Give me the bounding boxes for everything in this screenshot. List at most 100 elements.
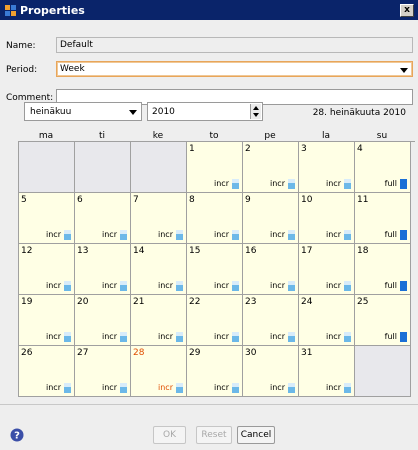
day-number: 8 [189,195,195,205]
incremental-backup-icon [64,383,71,393]
calendar-day-cell[interactable]: 11 full [355,193,411,244]
period-select[interactable]: Week [56,61,413,77]
name-label: Name: [6,41,36,51]
backup-type-label: incr [158,230,173,239]
calendar-day-cell[interactable]: 10 incr [299,193,355,244]
backup-type-label: incr [102,383,117,392]
backup-type-label: incr [326,230,341,239]
weekday-label: su [376,131,388,141]
backup-type-label: incr [46,383,61,392]
backup-type-label: incr [326,332,341,341]
help-icon[interactable]: ? [10,428,24,442]
incremental-backup-icon [232,332,239,342]
backup-type-label: incr [326,383,341,392]
chevron-down-icon [400,68,408,73]
incremental-backup-icon [64,230,71,240]
incremental-backup-icon [120,383,127,393]
reset-button[interactable]: Reset [196,426,232,444]
spin-up-icon[interactable] [253,106,259,110]
incremental-backup-icon [232,230,239,240]
incremental-backup-icon [288,332,295,342]
calendar-day-cell[interactable]: 5 incr [19,193,75,244]
month-value: heinäkuu [30,107,72,117]
calendar-day-cell[interactable]: 14 incr [131,244,187,295]
calendar-day-cell[interactable]: 12 incr [19,244,75,295]
calendar-day-cell[interactable]: 24 incr [299,295,355,346]
incremental-backup-icon [120,281,127,291]
calendar-day-cell[interactable]: 9 incr [243,193,299,244]
backup-type-label: full [384,281,397,290]
incremental-backup-icon [288,281,295,291]
calendar-day-cell[interactable]: 6 incr [75,193,131,244]
calendar-day-cell[interactable]: 7 incr [131,193,187,244]
spin-down-icon[interactable] [253,113,259,117]
calendar-day-cell[interactable]: 4 full [355,142,411,193]
incremental-backup-icon [232,179,239,189]
year-spinner[interactable]: 2010 [147,102,263,121]
year-value: 2010 [152,107,175,117]
backup-type-label: incr [214,230,229,239]
calendar-day-cell[interactable]: 8 incr [187,193,243,244]
backup-type-label: incr [46,332,61,341]
backup-type-label: incr [270,383,285,392]
backup-type-label: incr [214,332,229,341]
spinner-buttons[interactable] [250,104,261,119]
day-number: 30 [245,348,257,358]
calendar-day-cell[interactable]: 28 incr [131,346,187,397]
ok-button[interactable]: OK [153,426,186,444]
calendar-day-cell[interactable]: 23 incr [243,295,299,346]
weekday-label: la [321,131,330,141]
calendar-day-cell[interactable]: 20 incr [75,295,131,346]
calendar-day-cell[interactable]: 1 incr [187,142,243,193]
day-number: 27 [77,348,89,358]
calendar-day-cell[interactable]: 17 incr [299,244,355,295]
calendar-day-cell[interactable]: 27 incr [75,346,131,397]
backup-type-label: incr [270,179,285,188]
calendar-day-cell[interactable]: 26 incr [19,346,75,397]
calendar-grid: 1 incr 2 incr 3 incr 4 full 5 incr 6 incr 7 incr 8 incr… [18,141,415,397]
app-icon [5,5,16,16]
day-number: 21 [133,297,145,307]
calendar-day-cell[interactable]: 22 incr [187,295,243,346]
properties-dialog: Name: Default Period: Week Comment: hein… [0,20,418,450]
weekday-label: ti [98,131,106,141]
full-backup-icon [400,281,407,291]
incremental-backup-icon [288,230,295,240]
calendar-day-cell[interactable]: 25 full [355,295,411,346]
calendar-day-cell[interactable]: 3 incr [299,142,355,193]
day-number: 12 [21,246,33,256]
calendar-day-cell[interactable]: 29 incr [187,346,243,397]
month-select[interactable]: heinäkuu [24,102,142,121]
day-number: 23 [245,297,257,307]
calendar-day-cell[interactable]: 13 incr [75,244,131,295]
close-button[interactable]: x [400,4,414,17]
day-number: 10 [301,195,313,205]
calendar-day-cell[interactable]: 19 incr [19,295,75,346]
backup-type-label: incr [270,281,285,290]
incremental-backup-icon [288,383,295,393]
calendar-day-cell[interactable]: 16 incr [243,244,299,295]
calendar-day-cell[interactable]: 18 full [355,244,411,295]
day-number: 19 [21,297,33,307]
calendar-day-cell[interactable]: 31 incr [299,346,355,397]
calendar-day-cell[interactable]: 30 incr [243,346,299,397]
calendar-day-cell[interactable]: 21 incr [131,295,187,346]
backup-type-label: incr [46,281,61,290]
backup-type-label: incr [46,230,61,239]
backup-type-label: incr [102,332,117,341]
incremental-backup-icon [344,179,351,189]
day-number: 24 [301,297,313,307]
incremental-backup-icon [64,332,71,342]
cancel-button[interactable]: Cancel [237,426,275,444]
calendar-day-cell[interactable]: 15 incr [187,244,243,295]
incremental-backup-icon [176,230,183,240]
window-title: Properties [20,4,85,17]
day-number: 28 [133,348,145,358]
calendar-day-cell[interactable]: 2 incr [243,142,299,193]
day-number: 1 [189,144,195,154]
day-number: 14 [133,246,145,256]
day-number: 3 [301,144,307,154]
weekday-header: ma ti ke to pe la su [18,131,414,141]
day-number: 29 [189,348,201,358]
backup-type-label: full [384,332,397,341]
